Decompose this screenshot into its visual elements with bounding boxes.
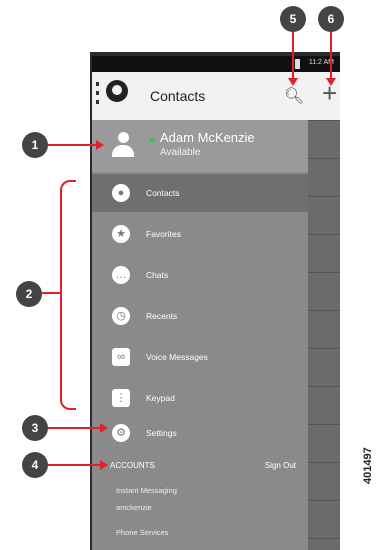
callout-3-arrow <box>48 423 108 433</box>
menu-item-keypad[interactable]: ⋮ Keypad <box>92 379 308 417</box>
callout-5-arrow <box>288 32 298 86</box>
callout-5: 5 <box>280 6 306 32</box>
status-bar: 11:2 AM <box>92 56 340 72</box>
avatar-body <box>112 145 134 157</box>
profile-name: Adam McKenzie <box>160 130 255 145</box>
menu-item-label: Keypad <box>146 393 175 403</box>
figure-id: 401497 <box>362 447 374 484</box>
navigation-drawer: Adam McKenzie Available ● Contacts ★ Fav… <box>92 120 308 550</box>
callout-4: 4 <box>22 452 48 478</box>
menu-item-label: Settings <box>146 428 177 438</box>
callout-1: 1 <box>22 132 48 158</box>
menu-item-voice-messages[interactable]: ∞ Voice Messages <box>92 338 308 376</box>
person-icon: ● <box>112 184 130 202</box>
battery-icon <box>295 59 300 69</box>
callout-4-arrow <box>48 460 108 470</box>
menu-item-favorites[interactable]: ★ Favorites <box>92 215 308 253</box>
profile-header[interactable]: Adam McKenzie Available <box>92 120 308 172</box>
sign-out-link[interactable]: Sign Out <box>265 461 296 470</box>
menu-item-label: Recents <box>146 311 178 321</box>
menu-item-label: Chats <box>146 270 169 280</box>
menu-item-label: Contacts <box>146 188 180 198</box>
hamburger-menu-icon[interactable] <box>96 82 99 108</box>
keypad-icon: ⋮ <box>112 389 130 407</box>
app-bar: Contacts 🔍︎ + <box>92 72 340 120</box>
chat-icon: … <box>112 266 130 284</box>
voicemail-icon: ∞ <box>112 348 130 366</box>
clock-icon: ◷ <box>112 307 130 325</box>
callout-2-bracket <box>60 180 76 410</box>
profile-status: Available <box>160 147 201 158</box>
menu-item-settings[interactable]: ⚙ Settings <box>92 414 308 452</box>
avatar <box>110 132 136 158</box>
callout-1-arrow <box>48 140 104 150</box>
menu-item-contacts[interactable]: ● Contacts <box>92 174 308 212</box>
callout-2: 2 <box>16 281 42 307</box>
gear-icon: ⚙ <box>112 424 130 442</box>
background-list <box>308 120 340 550</box>
presence-dot <box>150 138 155 143</box>
callout-3: 3 <box>22 415 48 441</box>
star-icon: ★ <box>112 225 130 243</box>
callout-6-arrow <box>326 32 336 86</box>
callout-6: 6 <box>318 6 344 32</box>
menu-item-label: Favorites <box>146 229 181 239</box>
im-account-user: amckenzie <box>116 503 152 512</box>
app-logo-icon <box>106 80 128 102</box>
menu-item-label: Voice Messages <box>146 352 208 362</box>
accounts-header: ACCOUNTS Sign Out <box>92 456 308 472</box>
callout-2-line <box>42 292 60 294</box>
im-account-label[interactable]: Instant Messaging <box>116 486 177 495</box>
menu-item-recents[interactable]: ◷ Recents <box>92 297 308 335</box>
search-icon[interactable]: 🔍︎ <box>284 86 304 106</box>
accounts-title: ACCOUNTS <box>110 461 155 470</box>
menu-item-chats[interactable]: … Chats <box>92 256 308 294</box>
phone-services-label[interactable]: Phone Services <box>116 528 169 537</box>
avatar-head <box>118 132 129 143</box>
app-bar-title: Contacts <box>150 88 206 104</box>
